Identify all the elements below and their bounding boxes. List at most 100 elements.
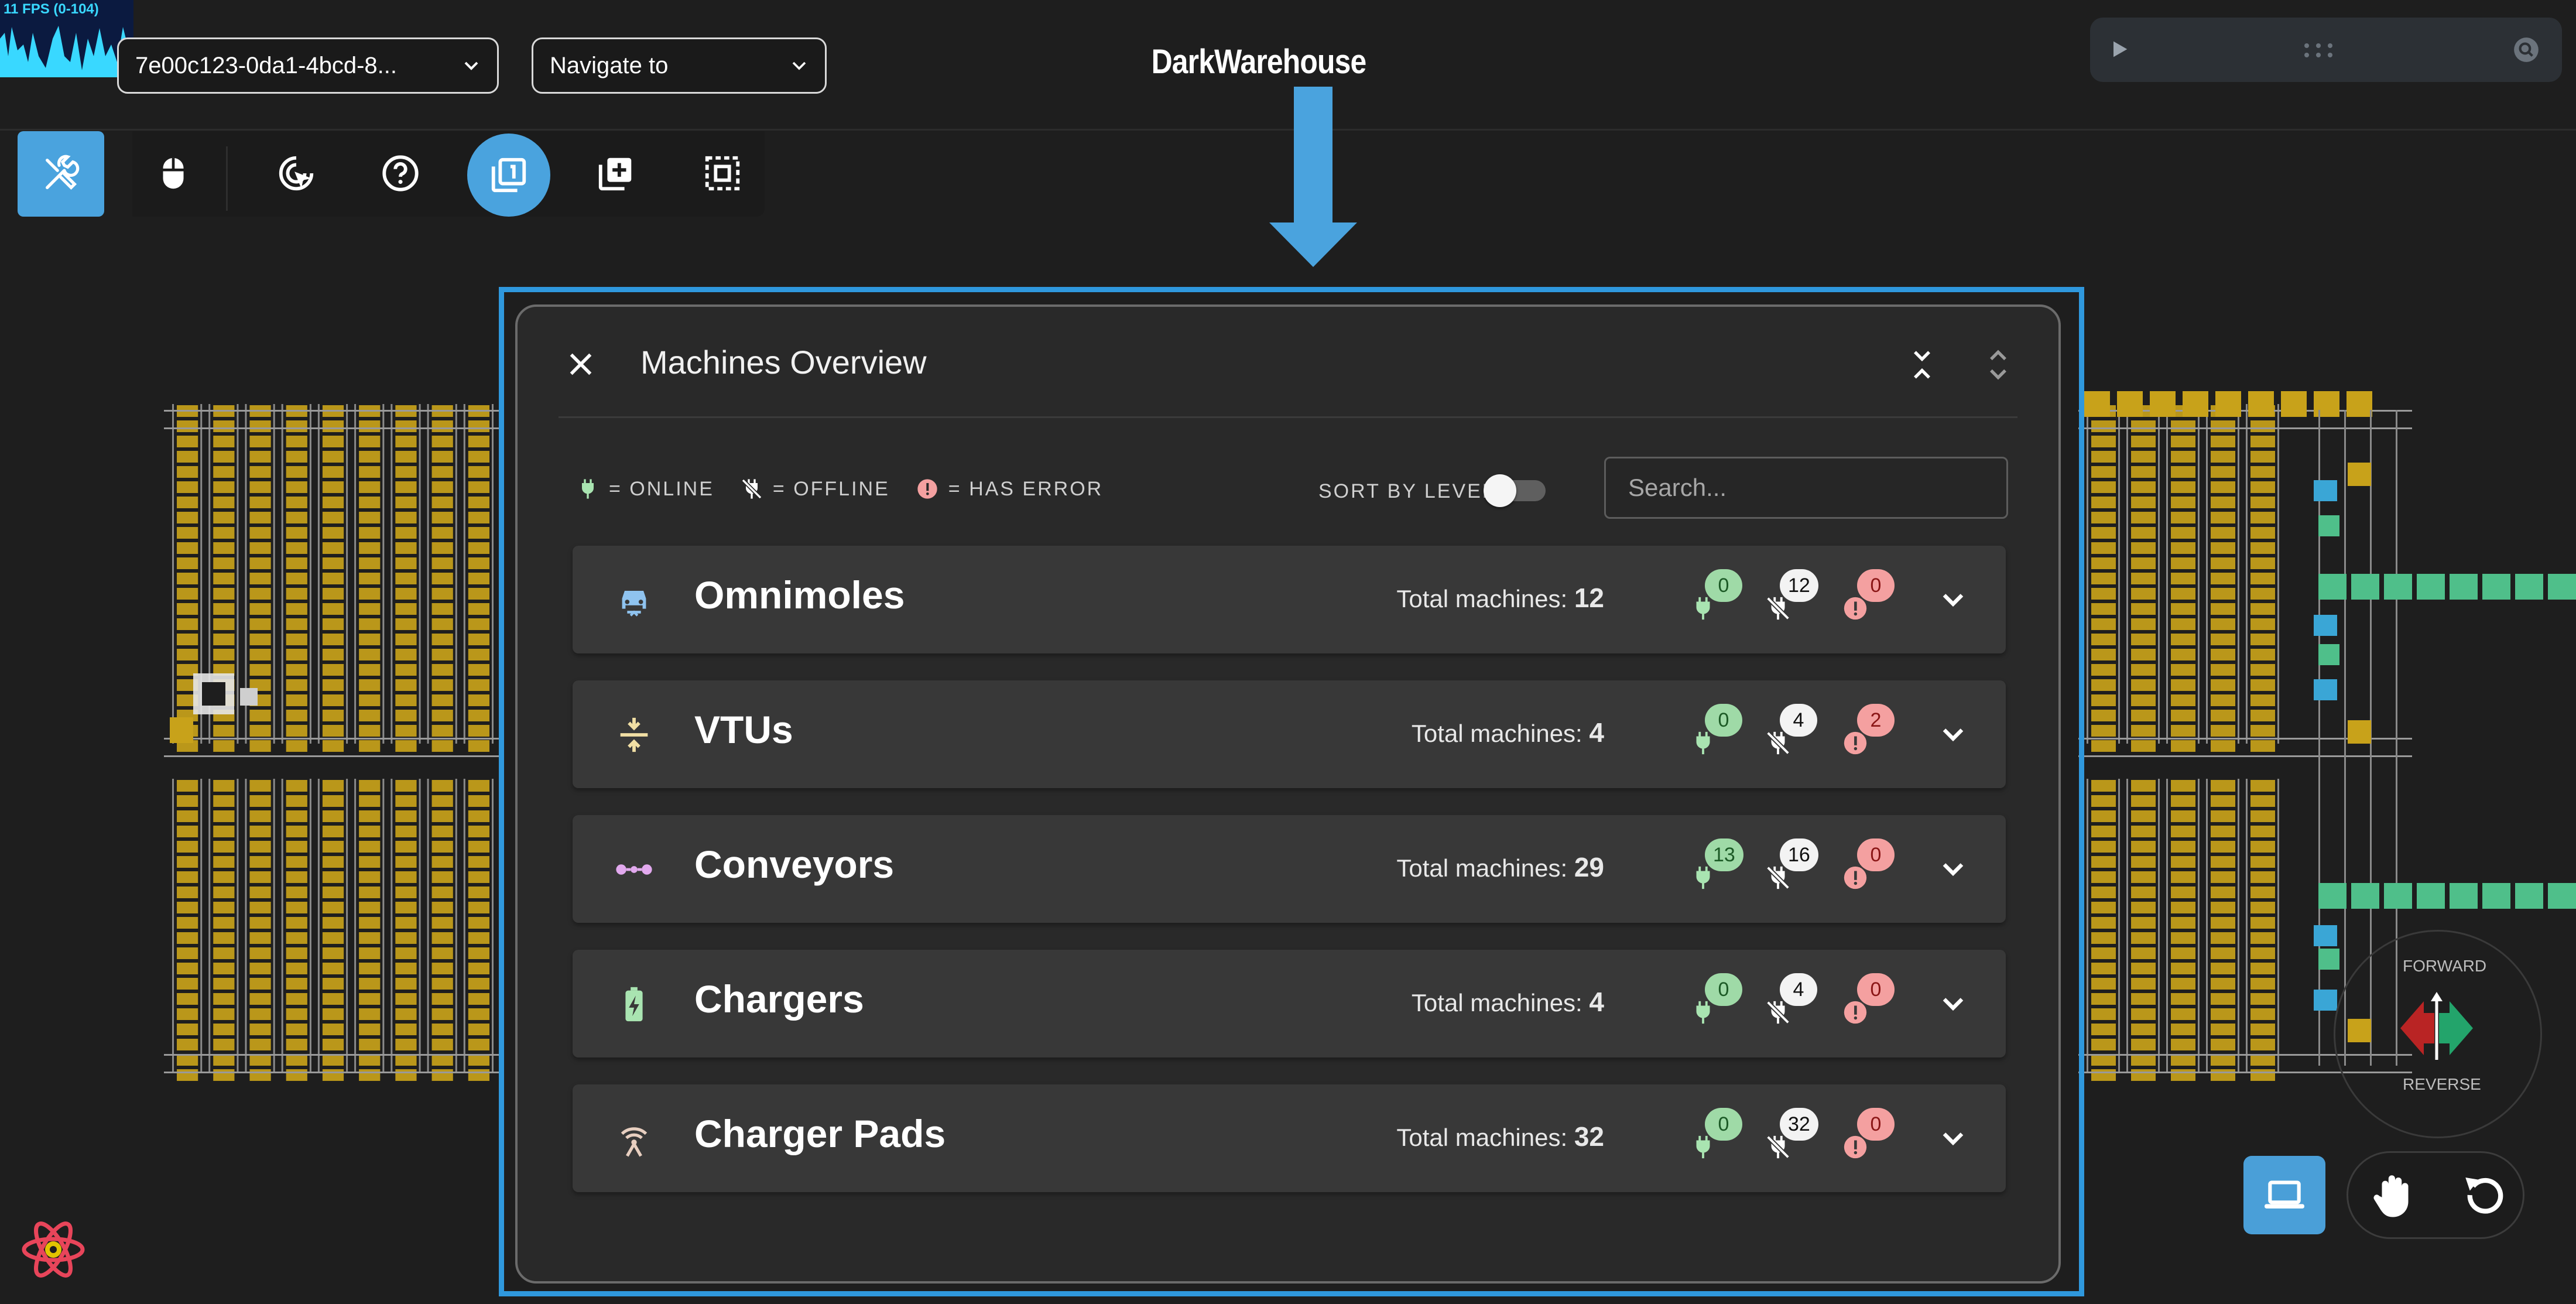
- offline-count: 4: [1765, 704, 1823, 768]
- project-select-value: 7e00c123-0da1-4bcd-8...: [135, 52, 397, 78]
- wireless-pad-icon: [621, 1127, 648, 1157]
- group-name: Omnimoles: [694, 573, 905, 617]
- sort-by-level-toggle[interactable]: [1484, 471, 1548, 508]
- error-badge: 0: [1857, 838, 1895, 871]
- chevron-down-icon[interactable]: [1936, 851, 1971, 887]
- page-title: DarkWarehouse: [1151, 43, 1367, 81]
- online-count: 0: [1690, 1108, 1748, 1172]
- error-icon: [917, 479, 937, 499]
- error-count: 0: [1842, 973, 1900, 1038]
- search-icon[interactable]: [2512, 35, 2541, 64]
- offline-count: 32: [1765, 1108, 1823, 1172]
- online-badge: 0: [1705, 704, 1742, 737]
- online-badge: 0: [1705, 569, 1742, 602]
- reset-rotation-icon[interactable]: [2459, 1169, 2512, 1221]
- fps-meter: 11 FPS (0-104): [0, 0, 133, 77]
- offline-badge: 12: [1780, 569, 1818, 602]
- mouse-tool-button[interactable]: [144, 138, 203, 208]
- select-area-icon: [705, 156, 740, 191]
- vertical-align-center-icon: [620, 717, 648, 752]
- collapse-all-icon[interactable]: [1905, 348, 1939, 382]
- online-count: 0: [1690, 704, 1748, 768]
- add-box-icon: [598, 158, 632, 191]
- conveyor-icon: [616, 864, 652, 875]
- laptop-icon: [2265, 1180, 2304, 1209]
- mouse-icon: [163, 158, 184, 189]
- cursor-click-icon: [279, 156, 314, 191]
- total-label: Total machines:: [1396, 1124, 1568, 1151]
- expand-all-icon[interactable]: [1981, 348, 2015, 382]
- offline-badge: 32: [1780, 1108, 1818, 1141]
- machine-group-charger-pads[interactable]: Charger Pads Total machines: 32 0 32 0: [573, 1084, 2006, 1192]
- error-badge: 0: [1857, 569, 1895, 602]
- online-count: 0: [1690, 569, 1748, 634]
- chevron-down-icon[interactable]: [1936, 582, 1971, 617]
- project-select[interactable]: 7e00c123-0da1-4bcd-8...: [117, 37, 499, 94]
- group-name: Chargers: [694, 977, 864, 1021]
- close-icon[interactable]: [564, 348, 597, 381]
- group-name: Charger Pads: [694, 1112, 946, 1155]
- total-label: Total machines:: [1396, 585, 1568, 612]
- navigate-select[interactable]: Navigate to: [532, 37, 827, 94]
- offline-count: 16: [1765, 838, 1823, 903]
- online-badge: 13: [1705, 838, 1743, 871]
- online-badge: 0: [1705, 973, 1742, 1006]
- fps-graph: [0, 21, 133, 77]
- offline-badge: 4: [1780, 973, 1817, 1006]
- help-tool-button[interactable]: [371, 138, 430, 208]
- hand-pan-icon[interactable]: [2369, 1169, 2421, 1221]
- error-count: 0: [1842, 838, 1900, 903]
- machine-group-conveyors[interactable]: Conveyors Total machines: 29 13 16 0: [573, 815, 2006, 923]
- laptop-view-button[interactable]: [2243, 1156, 2325, 1234]
- direction-arrows-icon[interactable]: [2400, 990, 2473, 1066]
- total-machines: Total machines: 4: [1412, 986, 1604, 1018]
- error-badge: 2: [1857, 704, 1895, 737]
- offline-count: 12: [1765, 569, 1823, 634]
- dialog-title: Machines Overview: [640, 344, 927, 381]
- error-badge: 0: [1857, 973, 1895, 1006]
- total-label: Total machines:: [1411, 989, 1582, 1016]
- react-devtools-icon[interactable]: [21, 1220, 85, 1279]
- total-value: 32: [1574, 1121, 1604, 1152]
- machine-group-vtus[interactable]: VTUs Total machines: 4 0 4 2: [573, 680, 2006, 788]
- battery-charging-icon: [625, 987, 643, 1022]
- online-count: 0: [1690, 973, 1748, 1038]
- total-machines: Total machines: 12: [1396, 582, 1604, 614]
- total-value: 4: [1589, 717, 1604, 748]
- offline-badge: 16: [1780, 838, 1818, 871]
- toolbar-divider: [226, 146, 228, 211]
- play-icon[interactable]: [2108, 37, 2131, 61]
- legend-offline: = OFFLINE: [740, 477, 890, 501]
- settings-tool-button[interactable]: [18, 131, 104, 217]
- online-count: 13: [1690, 838, 1748, 903]
- machine-group-omnimoles[interactable]: Omnimoles Total machines: 12 0 12 0: [573, 546, 2006, 653]
- machine-group-chargers[interactable]: Chargers Total machines: 4 0 4 0: [573, 950, 2006, 1057]
- sort-by-level-label: SORT BY LEVEL: [1318, 480, 1495, 502]
- layers-tool-button[interactable]: [467, 134, 550, 217]
- toggle-knob: [1484, 474, 1516, 507]
- chevron-down-icon[interactable]: [1936, 986, 1971, 1021]
- error-count: 0: [1842, 569, 1900, 634]
- select-area-tool-button[interactable]: [693, 138, 752, 208]
- pointer-arrow-icon: [1269, 87, 1357, 267]
- group-name: Conveyors: [694, 843, 895, 886]
- error-badge: 0: [1857, 1108, 1895, 1141]
- total-label: Total machines:: [1396, 854, 1568, 882]
- legend-error: = HAS ERROR: [916, 477, 1103, 501]
- total-machines: Total machines: 4: [1412, 717, 1604, 748]
- error-count: 2: [1842, 704, 1900, 768]
- help-icon: [382, 155, 419, 191]
- click-tool-button[interactable]: [267, 138, 326, 208]
- machines-overview-dialog: Machines Overview = ONLINE = OFFLINE = H…: [515, 304, 2061, 1284]
- status-legend: = ONLINE = OFFLINE = HAS ERROR: [576, 468, 1129, 509]
- chevron-down-icon[interactable]: [1936, 717, 1971, 752]
- playback-bar: [2090, 18, 2562, 82]
- error-count: 0: [1842, 1108, 1900, 1172]
- chevron-down-icon[interactable]: [1936, 1121, 1971, 1156]
- search-input[interactable]: [1604, 457, 2008, 519]
- total-value: 29: [1574, 852, 1604, 882]
- add-box-tool-button[interactable]: [587, 138, 645, 208]
- offline-count: 4: [1765, 973, 1823, 1038]
- layers-icon: [491, 158, 526, 193]
- drag-handle-icon[interactable]: [2301, 41, 2348, 59]
